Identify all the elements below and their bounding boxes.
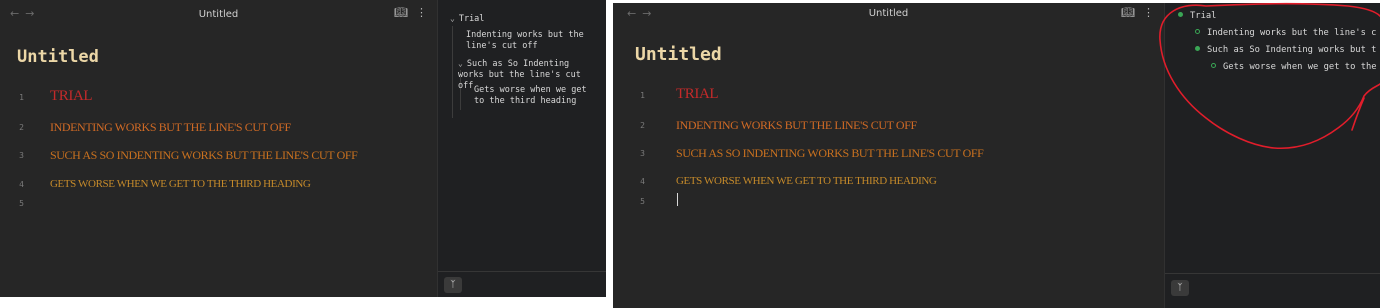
more-vertical-icon[interactable]: ⋮ (416, 6, 427, 19)
line-number: 4 (640, 177, 645, 186)
line-number: 1 (19, 93, 24, 102)
heading-2-text[interactable]: Indenting works but the line's cut off (676, 118, 917, 133)
heading-3-text[interactable]: Such as So Indenting works but the line'… (676, 146, 984, 161)
bullet-filled-icon (1178, 12, 1183, 17)
tab-header: ←→ Untitled 📖︎ ⋮ (0, 0, 437, 28)
line-number: 5 (19, 199, 24, 208)
outline-item-label: Trial (1190, 11, 1217, 21)
heading-4-text[interactable]: Gets worse when we get to the third head… (50, 178, 311, 190)
editor-pane: ←→ Untitled 📖︎ ⋮ Untitled 1 Trial 2 Inden… (613, 3, 1164, 308)
outline-item-label: Gets worse when we get to the (1223, 62, 1377, 72)
heading-1-text[interactable]: Trial (50, 88, 93, 105)
page-title: Untitled (17, 47, 99, 67)
sidebar-footer: ᛉ (438, 271, 606, 297)
heading-1-text[interactable]: Trial (676, 86, 719, 103)
bullet-filled-icon (1195, 46, 1200, 51)
outline-item-gets-worse[interactable]: Gets worse when we get to the third head… (474, 85, 600, 107)
more-vertical-icon[interactable]: ⋮ (1143, 6, 1154, 19)
book-open-icon[interactable]: 📖︎ (1121, 6, 1135, 19)
view-actions: 📖︎ ⋮ (386, 6, 427, 19)
heading-2-text[interactable]: Indenting works but the line's cut off (50, 120, 291, 135)
sidebar-footer: ᛉ (1165, 273, 1380, 308)
text-cursor (677, 193, 678, 206)
outline-item-label: Such as So Indenting works but t (1207, 45, 1377, 55)
outline-sidebar: Trial Indenting works but the line's c S… (1164, 3, 1380, 308)
tab-header: ←→ Untitled 📖︎ ⋮ (613, 3, 1164, 31)
heading-3-text[interactable]: Such as So Indenting works but the line'… (50, 148, 358, 163)
outline-sidebar: ⌄ Trial Indenting works but the line's cu… (437, 0, 606, 297)
line-number: 2 (640, 121, 645, 130)
outline-item-label: Trial (458, 14, 485, 24)
page-title: Untitled (635, 44, 722, 65)
line-number: 2 (19, 123, 24, 132)
outline-item-trial[interactable]: Trial (1178, 11, 1378, 21)
line-number: 3 (19, 151, 24, 160)
bullet-hollow-icon (1195, 29, 1200, 34)
bullet-hollow-icon (1211, 63, 1216, 68)
heading-4-text[interactable]: Gets worse when we get to the third head… (676, 175, 937, 187)
chevron-down-icon[interactable]: ⌄ (458, 59, 463, 68)
line-number: 3 (640, 149, 645, 158)
outline-item-gets-worse[interactable]: Gets worse when we get to the (1211, 62, 1380, 72)
left-window: ←→ Untitled 📖︎ ⋮ Untitled 1 Trial 2 Inden… (0, 0, 606, 297)
outline-item-label: Indenting works but the line's c (1207, 28, 1377, 38)
graph-icon[interactable]: ᛉ (444, 277, 462, 293)
right-window: ←→ Untitled 📖︎ ⋮ Untitled 1 Trial 2 Inden… (613, 3, 1380, 308)
chevron-down-icon[interactable]: ⌄ (450, 14, 455, 23)
tab-title: Untitled (198, 9, 239, 20)
outline-item-label: Gets worse when we get to the third head… (474, 85, 587, 106)
outline-item-trial[interactable]: ⌄ Trial (450, 14, 484, 24)
outline-item-such-as[interactable]: Such as So Indenting works but t (1195, 45, 1380, 55)
book-open-icon[interactable]: 📖︎ (394, 6, 408, 19)
outline-item-indenting[interactable]: Indenting works but the line's c (1195, 28, 1380, 38)
view-actions: 📖︎ ⋮ (1113, 6, 1154, 19)
indent-guide (452, 26, 453, 118)
editor-pane: ←→ Untitled 📖︎ ⋮ Untitled 1 Trial 2 Inden… (0, 0, 437, 297)
line-number: 4 (19, 180, 24, 189)
line-number: 5 (640, 197, 645, 206)
graph-icon[interactable]: ᛉ (1171, 280, 1189, 296)
tab-title: Untitled (868, 8, 909, 19)
line-number: 1 (640, 91, 645, 100)
outline-item-indenting[interactable]: Indenting works but the line's cut off (466, 30, 596, 52)
outline-item-label: Indenting works but the line's cut off (466, 30, 584, 51)
